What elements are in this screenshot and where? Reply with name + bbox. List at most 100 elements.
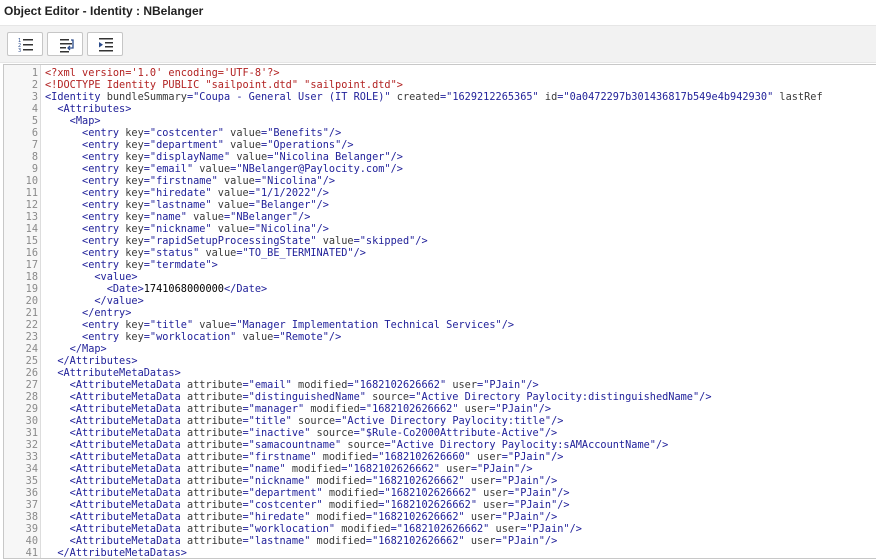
code-token: user (489, 523, 521, 535)
code-token: source (310, 427, 354, 439)
code-line[interactable]: 21 </entry> (4, 307, 876, 319)
code-token: "1682102626662" (372, 511, 465, 523)
code-line[interactable]: 15 <entry key="rapidSetupProcessingState… (4, 235, 876, 247)
code-line[interactable]: 20 </value> (4, 295, 876, 307)
line-number: 34 (25, 463, 38, 475)
code-line[interactable]: 36 <AttributeMetaData attribute="departm… (4, 487, 876, 499)
code-token: key (125, 139, 144, 151)
line-number: 24 (25, 343, 38, 355)
code-line[interactable]: 9 <entry key="email" value="NBelanger@Pa… (4, 163, 876, 175)
code-line[interactable]: 7 <entry key="department" value="Operati… (4, 139, 876, 151)
code-token: <entry (45, 127, 126, 139)
code-area[interactable]: 1 <?xml version='1.0' encoding='UTF-8'?> 2… (4, 67, 876, 558)
code-line[interactable]: 3 <Identity bundleSummary="Coupa - Genera… (4, 91, 876, 103)
code-line[interactable]: 35 <AttributeMetaData attribute="nicknam… (4, 475, 876, 487)
code-line[interactable]: 27 <AttributeMetaData attribute="email" … (4, 379, 876, 391)
line-numbers-button[interactable]: 1 2 3 (7, 32, 43, 56)
code-line[interactable]: 1 <?xml version='1.0' encoding='UTF-8'?> (4, 67, 876, 79)
code-line[interactable]: 22 <entry key="title" value="Manager Imp… (4, 319, 876, 331)
code-line[interactable]: 23 <entry key="worklocation" value="Remo… (4, 331, 876, 343)
code-token: value (223, 127, 262, 139)
code-text: <entry key="nickname" value="Nicolina"/> (45, 223, 329, 235)
code-token: <entry (45, 319, 126, 331)
code-token: "1682102626662" (372, 475, 465, 487)
code-line[interactable]: 29 <AttributeMetaData attribute="manager… (4, 403, 876, 415)
code-token: </value> (45, 295, 144, 307)
code-text: <Map> (45, 115, 101, 127)
code-line[interactable]: 16 <entry key="status" value="TO_BE_TERM… (4, 247, 876, 259)
code-text: <AttributeMetaData attribute="samacountn… (45, 439, 669, 451)
code-token: user (477, 499, 508, 511)
code-token: key (125, 163, 144, 175)
code-line[interactable]: 26 <AttributeMetaDatas> (4, 367, 876, 379)
code-line[interactable]: 28 <AttributeMetaData attribute="disting… (4, 391, 876, 403)
code-line[interactable]: 41 </AttributeMetaDatas> (4, 547, 876, 558)
code-line[interactable]: 25 </Attributes> (4, 355, 876, 367)
code-line[interactable]: 37 <AttributeMetaData attribute="costcen… (4, 499, 876, 511)
wrap-button[interactable] (47, 32, 83, 56)
code-token: <AttributeMetaData (45, 535, 187, 547)
code-token: attribute (186, 475, 243, 487)
code-token: /> (551, 415, 564, 427)
code-line[interactable]: 17 <entry key="termdate"> (4, 259, 876, 271)
code-line[interactable]: 39 <AttributeMetaData attribute="workloc… (4, 523, 876, 535)
code-line[interactable]: 19 <Date>1741068000000</Date> (4, 283, 876, 295)
code-line[interactable]: 13 <entry key="name" value="NBelanger"/> (4, 211, 876, 223)
code-line[interactable]: 38 <AttributeMetaData attribute="hiredat… (4, 511, 876, 523)
code-text: <?xml version='1.0' encoding='UTF-8'?> (45, 67, 280, 79)
code-line[interactable]: 31 <AttributeMetaData attribute="inactiv… (4, 427, 876, 439)
code-token: /> (526, 379, 539, 391)
code-token: /> (544, 511, 558, 523)
code-line[interactable]: 33 <AttributeMetaData attribute="firstna… (4, 451, 876, 463)
code-line[interactable]: 8 <entry key="displayName" value="Nicoli… (4, 151, 876, 163)
code-token: attribute (186, 427, 243, 439)
code-text: <entry key="hiredate" value="1/1/2022"/> (45, 187, 329, 199)
code-token: key (125, 259, 144, 271)
code-text: <entry key="costcenter" value="Benefits"… (45, 127, 341, 139)
code-token: <entry (45, 247, 126, 259)
code-token: "name" (248, 463, 286, 475)
code-token: <entry (45, 187, 126, 199)
code-text: <value> (45, 271, 137, 283)
code-token: <Attributes> (45, 103, 132, 115)
code-line[interactable]: 10 <entry key="firstname" value="Nicolin… (4, 175, 876, 187)
code-text: <AttributeMetaData attribute="department… (45, 487, 570, 499)
code-token: "NBelanger" (230, 211, 299, 223)
code-token: value (211, 223, 249, 235)
code-token: "1682102626662" (384, 487, 478, 499)
code-line[interactable]: 12 <entry key="lastname" value="Belanger… (4, 199, 876, 211)
line-number: 18 (25, 271, 38, 283)
line-number: 11 (25, 187, 38, 199)
code-token: <AttributeMetaData (45, 391, 187, 403)
line-number: 33 (25, 451, 38, 463)
code-line[interactable]: 18 <value> (4, 271, 876, 283)
code-text: <AttributeMetaData attribute="manager" m… (45, 403, 551, 415)
code-line[interactable]: 32 <AttributeMetaData attribute="samacou… (4, 439, 876, 451)
indent-button[interactable] (87, 32, 123, 56)
code-line[interactable]: 14 <entry key="nickname" value="Nicolina… (4, 223, 876, 235)
code-line[interactable]: 2 <!DOCTYPE Identity PUBLIC "sailpoint.dt… (4, 79, 876, 91)
code-token: <AttributeMetaData (45, 379, 187, 391)
xml-editor[interactable]: 1 <?xml version='1.0' encoding='UTF-8'?> 2… (3, 64, 876, 559)
code-token: <AttributeMetaData (45, 475, 187, 487)
code-token: "Nicolina" (254, 223, 317, 235)
code-token: "Operations" (267, 139, 342, 151)
code-token: /> (341, 139, 354, 151)
code-line[interactable]: 11 <entry key="hiredate" value="1/1/2022… (4, 187, 876, 199)
code-token: "department" (248, 487, 323, 499)
code-token: "name" (149, 211, 187, 223)
code-token: user (464, 475, 496, 487)
line-number: 23 (25, 331, 38, 343)
code-line[interactable]: 30 <AttributeMetaData attribute="title" … (4, 415, 876, 427)
code-token: "1682102626662" (347, 463, 440, 475)
code-line[interactable]: 24 </Map> (4, 343, 876, 355)
code-text: </entry> (45, 307, 131, 319)
code-token: /> (501, 319, 515, 331)
code-line[interactable]: 4 <Attributes> (4, 103, 876, 115)
code-line[interactable]: 5 <Map> (4, 115, 876, 127)
code-line[interactable]: 34 <AttributeMetaData attribute="name" m… (4, 463, 876, 475)
code-line[interactable]: 40 <AttributeMetaData attribute="lastnam… (4, 535, 876, 547)
code-line[interactable]: 6 <entry key="costcenter" value="Benefit… (4, 127, 876, 139)
line-number: 25 (25, 355, 38, 367)
code-token: /> (316, 187, 329, 199)
